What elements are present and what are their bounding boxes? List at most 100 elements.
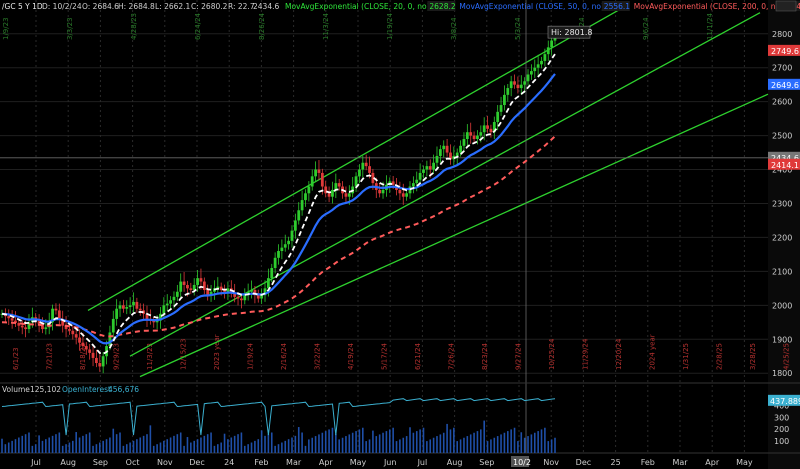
candle-body xyxy=(121,305,125,309)
date-marker-label: 3/22/24 xyxy=(314,342,322,370)
x-month-label: Jul xyxy=(30,458,41,467)
candle-body xyxy=(462,138,466,146)
candle-body xyxy=(270,267,274,279)
chart-window: 2800 2700 2600 2500 2400 2300 2200 2100 2000 1900… xyxy=(0,0,800,469)
candle-body xyxy=(472,135,476,139)
candle-body xyxy=(172,296,176,301)
candle-body xyxy=(95,357,98,364)
candle-body xyxy=(54,308,58,311)
candle-body xyxy=(240,298,243,301)
header-field: L: 2662.1 xyxy=(155,2,191,11)
y-tick-label: 2600 xyxy=(772,98,792,107)
candle-body xyxy=(165,303,169,306)
candle-body xyxy=(243,295,247,301)
candle-body xyxy=(162,305,166,314)
x-month-label: Jun xyxy=(383,458,397,467)
candle-body xyxy=(293,220,297,231)
candle-body xyxy=(74,334,78,338)
date-marker-label: 9/27/24 xyxy=(515,342,523,370)
date-marker-label: 6/21/24 xyxy=(414,342,422,370)
header-field: D: 10/2/24 xyxy=(42,2,82,11)
date-marker-label: 7/26/24 xyxy=(448,342,456,370)
x-month-label: Aug xyxy=(447,458,463,467)
candle-body xyxy=(132,301,135,306)
candle-body xyxy=(499,105,503,112)
candle-body xyxy=(277,251,280,258)
price-tag-label: 2414.1 xyxy=(771,161,799,170)
candle-body xyxy=(378,189,382,194)
candle-body xyxy=(304,193,307,201)
candle-body xyxy=(287,240,291,245)
price-chart[interactable]: 2800270026002500240023002200210020001900… xyxy=(0,0,800,469)
date-marker-label: 2/28/25 xyxy=(716,343,724,370)
candle-body xyxy=(300,200,304,211)
candle-body xyxy=(398,189,402,194)
candle-body xyxy=(415,179,419,184)
x-month-label: Mar xyxy=(286,458,302,467)
study-value: 2628.2 xyxy=(429,2,455,11)
y-tick-label: 2800 xyxy=(772,30,792,39)
candle-body xyxy=(78,337,81,343)
candle-body xyxy=(189,288,193,291)
study-value: 2556.1 xyxy=(604,2,630,11)
candle-body xyxy=(202,281,206,291)
candle-body xyxy=(297,210,301,221)
candle-body xyxy=(543,54,547,61)
candle-body xyxy=(425,166,429,170)
candle-body xyxy=(169,300,172,304)
candle-body xyxy=(476,135,479,139)
candle-body xyxy=(307,186,311,194)
candle-body xyxy=(513,81,516,85)
candle-body xyxy=(442,145,446,150)
candle-body xyxy=(111,318,115,333)
date-marker-label: 12/20/24 xyxy=(615,338,623,370)
candle-body xyxy=(519,84,523,89)
candle-body xyxy=(310,176,314,187)
x-month-label: 10/2 xyxy=(513,458,531,467)
x-month-label: Nov xyxy=(543,458,559,467)
candle-body xyxy=(496,111,500,123)
oi-label: OpenInterest xyxy=(62,385,111,394)
candle-body xyxy=(24,327,28,330)
candle-body xyxy=(438,149,442,156)
date-marker-label: 2/16/24 xyxy=(280,342,288,370)
candle-body xyxy=(347,193,351,197)
price-tag-label: 2749.6 xyxy=(771,47,799,56)
candle-body xyxy=(509,81,513,89)
study-label: MovAvgExponential (CLOSE, 200, 0, no) xyxy=(634,2,783,11)
top-date-label: 11/1/24 xyxy=(706,12,714,40)
candle-body xyxy=(266,278,270,289)
candle-body xyxy=(118,305,122,309)
x-month-label: May xyxy=(350,458,367,467)
candle-body xyxy=(314,169,317,177)
y-tick-label: 2100 xyxy=(772,267,792,276)
y-tick-label: 2300 xyxy=(772,199,792,208)
top-date-label: 4/28/23 xyxy=(130,13,138,40)
candle-body xyxy=(445,145,449,153)
candle-body xyxy=(256,295,260,299)
x-month-label: 24 xyxy=(224,458,234,467)
candle-body xyxy=(250,290,253,292)
study-label: MovAvgExponential (CLOSE, 50, 0, no) xyxy=(459,2,604,11)
x-month-label: Oct xyxy=(126,458,140,467)
candle-body xyxy=(536,64,540,68)
x-month-label: Sep xyxy=(93,458,108,467)
x-month-label: May xyxy=(736,458,753,467)
candle-body xyxy=(418,172,422,180)
candle-body xyxy=(17,322,21,326)
oi-value: 456,676 xyxy=(108,385,139,394)
top-date-label: 3/8/24 xyxy=(450,17,458,40)
date-marker-label: 1/31/25 xyxy=(682,343,690,370)
candle-body xyxy=(186,284,189,289)
candle-body xyxy=(428,166,432,170)
candle-body xyxy=(422,169,425,173)
candle-body xyxy=(540,60,543,65)
candle-body xyxy=(20,325,24,328)
date-marker-label: 2024 year xyxy=(649,334,657,370)
header-field: /GC 5 Y 1D xyxy=(2,2,43,11)
candle-body xyxy=(320,172,324,187)
candle-body xyxy=(465,132,469,139)
date-marker-label: 12/15/23 xyxy=(180,339,188,370)
candle-body xyxy=(175,291,179,297)
candle-body xyxy=(459,145,462,153)
